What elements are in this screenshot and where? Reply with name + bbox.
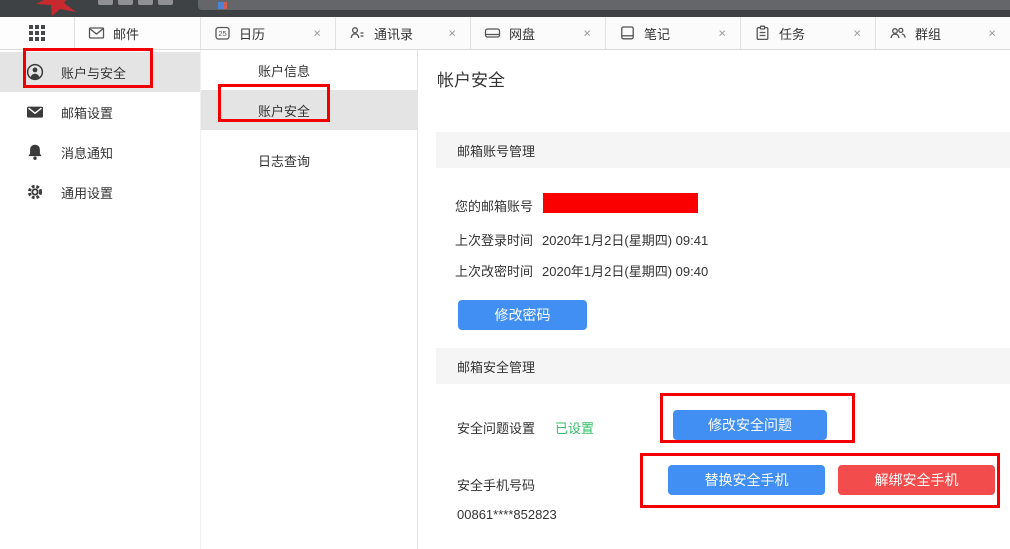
tab-label: 群组 bbox=[915, 24, 941, 43]
svg-text:25: 25 bbox=[218, 29, 226, 38]
sidebar-item-general-settings[interactable]: 通用设置 bbox=[0, 172, 200, 212]
tab-label: 日历 bbox=[239, 24, 265, 43]
subnav-item-log-query[interactable]: 日志查询 bbox=[201, 140, 418, 180]
last-password-change-value: 2020年1月2日(星期四) 09:40 bbox=[542, 261, 708, 280]
tab-groups[interactable]: 群组 × bbox=[875, 17, 1010, 49]
email-account-label: 您的邮箱账号 bbox=[455, 196, 533, 215]
tab-mail[interactable]: 邮件 bbox=[75, 17, 200, 49]
tasks-icon bbox=[754, 25, 771, 41]
subnav-item-label: 账户信息 bbox=[258, 61, 310, 80]
subnav-item-account-security[interactable]: 账户安全 bbox=[201, 90, 418, 130]
tab-tasks[interactable]: 任务 × bbox=[740, 17, 875, 49]
apps-grid-button[interactable] bbox=[0, 17, 75, 49]
contacts-icon bbox=[349, 25, 366, 41]
sidebar-item-label: 账户与安全 bbox=[61, 63, 126, 82]
account-security-icon bbox=[26, 63, 44, 81]
main-content: 帐户安全 邮箱账号管理 您的邮箱账号 上次登录时间 2020年1月2日(星期四)… bbox=[418, 50, 1010, 549]
notification-bell-icon bbox=[26, 143, 44, 161]
security-subnav: 账户信息 账户安全 日志查询 bbox=[200, 50, 418, 549]
topbar bbox=[0, 0, 1010, 17]
page-title: 帐户安全 bbox=[437, 66, 505, 91]
change-password-button[interactable]: 修改密码 bbox=[458, 300, 587, 330]
groups-icon bbox=[889, 25, 907, 41]
brand-logo-icon bbox=[28, 0, 102, 16]
security-phone-label: 安全手机号码 bbox=[457, 475, 535, 494]
last-login-label: 上次登录时间 bbox=[455, 230, 533, 249]
mailbox-settings-icon bbox=[26, 103, 44, 121]
tab-close-icon[interactable]: × bbox=[718, 27, 726, 40]
tab-notes[interactable]: 笔记 × bbox=[605, 17, 740, 49]
calendar-icon: 25 bbox=[214, 25, 231, 41]
tab-label: 网盘 bbox=[509, 24, 535, 43]
notes-icon bbox=[619, 25, 636, 41]
section-header-account-management: 邮箱账号管理 bbox=[436, 132, 1010, 168]
subnav-item-label: 日志查询 bbox=[258, 151, 310, 170]
tab-netdisk[interactable]: 网盘 × bbox=[470, 17, 605, 49]
sidebar-item-mailbox-settings[interactable]: 邮箱设置 bbox=[0, 92, 200, 132]
tab-close-icon[interactable]: × bbox=[448, 27, 456, 40]
tab-calendar[interactable]: 25 日历 × bbox=[200, 17, 335, 49]
netdisk-icon bbox=[484, 25, 501, 41]
section-header-label: 邮箱安全管理 bbox=[457, 357, 535, 376]
app-window: 邮件 25 日历 × 通讯录 × 网盘 × 笔 bbox=[0, 0, 1010, 549]
security-question-label: 安全问题设置 bbox=[457, 418, 535, 437]
security-phone-value: 00861****852823 bbox=[457, 507, 557, 522]
topbar-panel bbox=[198, 0, 1010, 10]
apps-grid-icon bbox=[29, 25, 45, 41]
section-header-security-management: 邮箱安全管理 bbox=[436, 348, 1010, 384]
tab-close-icon[interactable]: × bbox=[313, 27, 321, 40]
tab-label: 邮件 bbox=[113, 24, 139, 43]
tab-contacts[interactable]: 通讯录 × bbox=[335, 17, 470, 49]
tab-label: 笔记 bbox=[644, 24, 670, 43]
last-login-value: 2020年1月2日(星期四) 09:41 bbox=[542, 230, 708, 249]
email-redaction-block bbox=[543, 193, 698, 213]
section-header-label: 邮箱账号管理 bbox=[457, 141, 535, 160]
subnav-item-account-info[interactable]: 账户信息 bbox=[201, 50, 418, 90]
last-password-change-label: 上次改密时间 bbox=[455, 261, 533, 280]
brand-wordmark bbox=[98, 0, 173, 5]
unbind-security-phone-button[interactable]: 解绑安全手机 bbox=[838, 465, 995, 495]
tab-close-icon[interactable]: × bbox=[583, 27, 591, 40]
sidebar-item-notifications[interactable]: 消息通知 bbox=[0, 132, 200, 172]
sidebar-item-label: 消息通知 bbox=[61, 143, 113, 162]
tab-close-icon[interactable]: × bbox=[853, 27, 861, 40]
tab-close-icon[interactable]: × bbox=[988, 27, 996, 40]
settings-sidebar: 账户与安全 邮箱设置 消息通知 通用设置 bbox=[0, 50, 200, 549]
tabbar: 邮件 25 日历 × 通讯录 × 网盘 × 笔 bbox=[0, 17, 1010, 50]
security-question-status: 已设置 bbox=[555, 418, 594, 437]
sidebar-item-label: 通用设置 bbox=[61, 183, 113, 202]
tab-label: 通讯录 bbox=[374, 24, 413, 43]
replace-security-phone-button[interactable]: 替换安全手机 bbox=[668, 465, 825, 495]
change-security-question-button[interactable]: 修改安全问题 bbox=[673, 410, 827, 440]
sidebar-item-account-security[interactable]: 账户与安全 bbox=[0, 52, 200, 92]
tab-label: 任务 bbox=[779, 24, 805, 43]
mail-icon bbox=[88, 25, 105, 41]
sidebar-item-label: 邮箱设置 bbox=[61, 103, 113, 122]
subnav-item-label: 账户安全 bbox=[258, 101, 310, 120]
general-settings-gear-icon bbox=[26, 183, 44, 201]
mini-favicon-icon bbox=[218, 2, 227, 9]
